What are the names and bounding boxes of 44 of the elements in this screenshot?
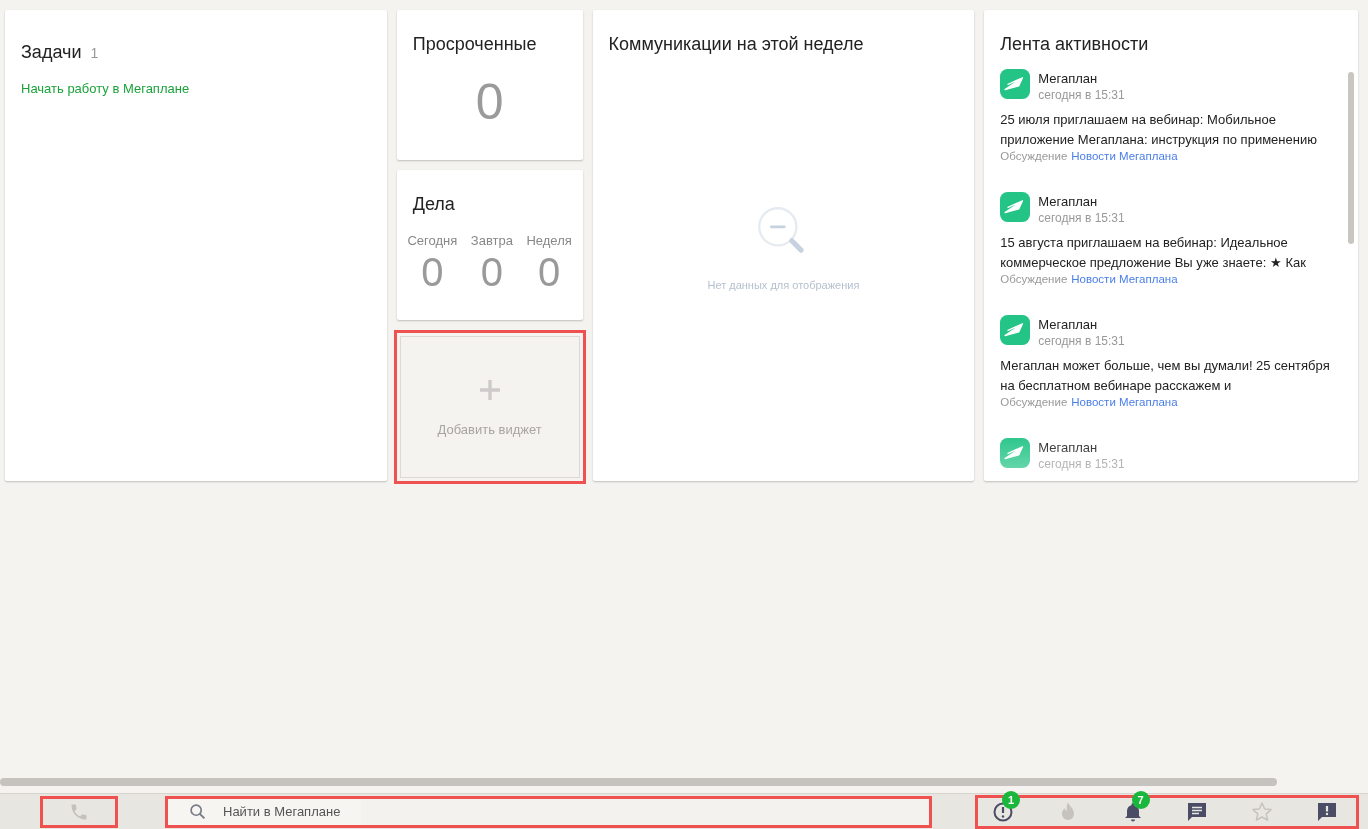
post-context: Обсуждение: [1000, 150, 1068, 162]
post-time: сегодня в 15:31: [1038, 88, 1125, 102]
overdue-count: 0: [474, 73, 505, 131]
period-label: Неделя: [526, 233, 572, 248]
card-title: Коммуникации на этой неделе: [608, 34, 865, 55]
paper-plane-icon: [1000, 192, 1031, 222]
count-badge: 7: [1131, 790, 1150, 809]
post-context: Обсуждение: [1000, 273, 1068, 285]
post-text[interactable]: Мегаплан может больше, чем вы думали! 25 сентября на бесплатном вебинаре расскажем и: [1000, 356, 1342, 396]
author-name[interactable]: Мегаплан: [1038, 317, 1125, 332]
paper-plane-icon: [1000, 438, 1031, 468]
author-name[interactable]: Мегаплан: [1038, 440, 1125, 455]
author-name[interactable]: Мегаплан: [1038, 71, 1125, 86]
post-time: сегодня в 15:31: [1038, 334, 1125, 348]
period-label: Завтра: [470, 233, 513, 248]
discussion-link[interactable]: Новости Мегаплана: [1071, 273, 1178, 285]
discussion-link[interactable]: Новости Мегаплана: [1071, 150, 1178, 162]
paper-plane-icon: [1000, 69, 1031, 99]
card-title: Просроченные: [412, 34, 538, 55]
count-badge: 1: [1002, 790, 1020, 809]
card-title: Дела: [411, 194, 456, 215]
scrollbar[interactable]: [0, 778, 1277, 786]
period-count: 0: [538, 250, 561, 295]
post-time: сегодня в 15:31: [1038, 211, 1125, 225]
empty-message: Нет данных для отображения: [707, 279, 860, 291]
post-time: сегодня в 15:31: [1038, 457, 1125, 471]
scrollbar[interactable]: [1348, 72, 1354, 244]
post-text[interactable]: 15 августа приглашаем на вебинар: Идеальное коммерческое предложение Вы уже знаете: ★ Как: [1000, 233, 1342, 273]
post-text[interactable]: 25 июля приглашаем на вебинар: Мобильное приложение Мегаплана: инструкция по применению: [1000, 110, 1342, 150]
card-title: Лента активности: [1000, 34, 1150, 55]
author-name[interactable]: Мегаплан: [1038, 194, 1125, 209]
period-label: Сегодня: [407, 233, 458, 248]
search-input[interactable]: Найти в Мегаплане: [223, 802, 823, 821]
discussion-link[interactable]: Новости Мегаплана: [1071, 396, 1178, 408]
post-context: Обсуждение: [1000, 396, 1068, 408]
star-icon: [1250, 799, 1275, 824]
paper-plane-icon: [1000, 315, 1031, 345]
period-count: 0: [421, 250, 444, 295]
period-count: 0: [480, 250, 503, 295]
plus-icon: [477, 377, 502, 402]
task-count: 1: [90, 45, 99, 61]
card-title: Задачи: [21, 42, 82, 63]
search-bar[interactable]: Найти в Мегаплане: [165, 795, 932, 828]
phone-button[interactable]: [40, 795, 118, 828]
